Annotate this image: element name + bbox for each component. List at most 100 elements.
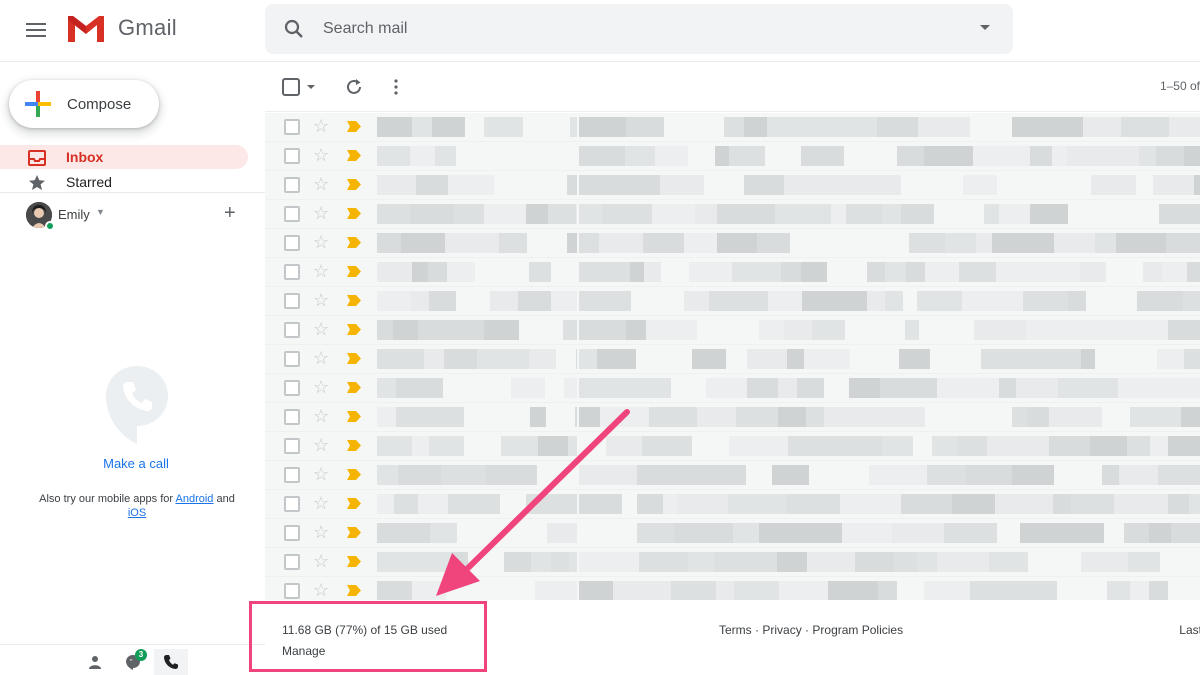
search-icon[interactable] (283, 18, 305, 40)
contacts-button[interactable] (78, 649, 112, 675)
email-row[interactable]: ☆ (265, 432, 1200, 461)
star-icon[interactable]: ☆ (313, 552, 329, 570)
star-icon[interactable]: ☆ (313, 320, 329, 338)
ios-app-link[interactable]: iOS (128, 507, 146, 519)
sidebar-item-starred[interactable]: Starred (0, 170, 248, 194)
row-checkbox[interactable] (284, 119, 300, 135)
link-separator: · (755, 623, 760, 637)
important-marker-icon[interactable] (347, 382, 361, 393)
search-input[interactable] (323, 14, 943, 44)
make-a-call-link[interactable]: Make a call (0, 456, 272, 471)
row-checkbox[interactable] (284, 322, 300, 338)
main-menu-button[interactable] (18, 14, 54, 46)
row-checkbox[interactable] (284, 583, 300, 599)
important-marker-icon[interactable] (347, 527, 361, 538)
star-icon[interactable]: ☆ (313, 378, 329, 396)
privacy-link[interactable]: Privacy (762, 623, 801, 637)
important-marker-icon[interactable] (347, 324, 361, 335)
star-icon[interactable]: ☆ (313, 204, 329, 222)
last-account-activity[interactable]: Last a (1179, 623, 1200, 637)
email-row[interactable]: ☆ (265, 171, 1200, 200)
android-app-link[interactable]: Android (176, 493, 214, 505)
divider (0, 192, 265, 193)
row-checkbox[interactable] (284, 235, 300, 251)
star-icon[interactable]: ☆ (313, 117, 329, 135)
important-marker-icon[interactable] (347, 585, 361, 596)
email-row[interactable]: ☆ (265, 113, 1200, 142)
select-all-checkbox[interactable] (279, 74, 319, 100)
email-row[interactable]: ☆ (265, 577, 1200, 600)
row-checkbox[interactable] (284, 177, 300, 193)
important-marker-icon[interactable] (347, 121, 361, 132)
hangouts-user-menu[interactable]: Emily ▼ + (24, 200, 254, 232)
star-icon[interactable]: ☆ (313, 262, 329, 280)
email-row[interactable]: ☆ (265, 142, 1200, 171)
email-row[interactable]: ☆ (265, 345, 1200, 374)
important-marker-icon[interactable] (347, 150, 361, 161)
email-list: ☆ ☆ ☆ ☆ ☆ ☆ ☆ ☆ ☆ ☆ ☆ ☆ ☆ ☆ ☆ ☆ ☆ (265, 113, 1200, 600)
refresh-button[interactable] (341, 74, 367, 100)
star-icon[interactable]: ☆ (313, 175, 329, 193)
important-marker-icon[interactable] (347, 179, 361, 190)
terms-link[interactable]: Terms (719, 623, 752, 637)
star-icon[interactable]: ☆ (313, 146, 329, 164)
sidebar-item-label: Starred (66, 174, 112, 190)
email-row[interactable]: ☆ (265, 548, 1200, 577)
important-marker-icon[interactable] (347, 295, 361, 306)
phone-button[interactable] (154, 649, 188, 675)
row-checkbox[interactable] (284, 467, 300, 483)
star-icon[interactable]: ☆ (313, 291, 329, 309)
email-row[interactable]: ☆ (265, 519, 1200, 548)
row-checkbox[interactable] (284, 206, 300, 222)
row-checkbox[interactable] (284, 438, 300, 454)
star-icon[interactable]: ☆ (313, 436, 329, 454)
star-icon[interactable]: ☆ (313, 494, 329, 512)
row-checkbox[interactable] (284, 380, 300, 396)
program-policies-link[interactable]: Program Policies (812, 623, 903, 637)
email-row[interactable]: ☆ (265, 200, 1200, 229)
important-marker-icon[interactable] (347, 353, 361, 364)
important-marker-icon[interactable] (347, 556, 361, 567)
important-marker-icon[interactable] (347, 440, 361, 451)
email-row[interactable]: ☆ (265, 374, 1200, 403)
row-checkbox[interactable] (284, 351, 300, 367)
important-marker-icon[interactable] (347, 498, 361, 509)
gmail-logo[interactable]: Gmail (66, 12, 177, 44)
row-checkbox[interactable] (284, 148, 300, 164)
email-row[interactable]: ☆ (265, 258, 1200, 287)
add-contact-icon[interactable]: + (224, 202, 236, 225)
mail-toolbar: 1–50 of (265, 62, 1200, 112)
email-row[interactable]: ☆ (265, 490, 1200, 519)
row-checkbox[interactable] (284, 525, 300, 541)
row-checkbox[interactable] (284, 554, 300, 570)
star-icon[interactable]: ☆ (313, 465, 329, 483)
row-checkbox[interactable] (284, 293, 300, 309)
email-row[interactable]: ☆ (265, 461, 1200, 490)
row-checkbox[interactable] (284, 496, 300, 512)
email-row[interactable]: ☆ (265, 403, 1200, 432)
chat-button[interactable]: " 3 (116, 649, 150, 675)
star-icon[interactable]: ☆ (313, 581, 329, 599)
important-marker-icon[interactable] (347, 266, 361, 277)
sidebar-item-inbox[interactable]: Inbox (0, 145, 248, 169)
row-checkbox[interactable] (284, 409, 300, 425)
star-icon[interactable]: ☆ (313, 523, 329, 541)
search-options-dropdown-icon[interactable] (979, 24, 991, 32)
manage-storage-link[interactable]: Manage (282, 644, 325, 658)
email-row[interactable]: ☆ (265, 287, 1200, 316)
important-marker-icon[interactable] (347, 208, 361, 219)
compose-label: Compose (67, 95, 132, 113)
redacted-sender (377, 287, 577, 316)
star-icon[interactable]: ☆ (313, 407, 329, 425)
compose-button[interactable]: Compose (9, 80, 159, 128)
important-marker-icon[interactable] (347, 469, 361, 480)
unread-count-badge: 3 (135, 649, 147, 661)
important-marker-icon[interactable] (347, 411, 361, 422)
star-icon[interactable]: ☆ (313, 349, 329, 367)
email-row[interactable]: ☆ (265, 316, 1200, 345)
important-marker-icon[interactable] (347, 237, 361, 248)
email-row[interactable]: ☆ (265, 229, 1200, 258)
more-options-button[interactable] (383, 74, 409, 100)
star-icon[interactable]: ☆ (313, 233, 329, 251)
row-checkbox[interactable] (284, 264, 300, 280)
